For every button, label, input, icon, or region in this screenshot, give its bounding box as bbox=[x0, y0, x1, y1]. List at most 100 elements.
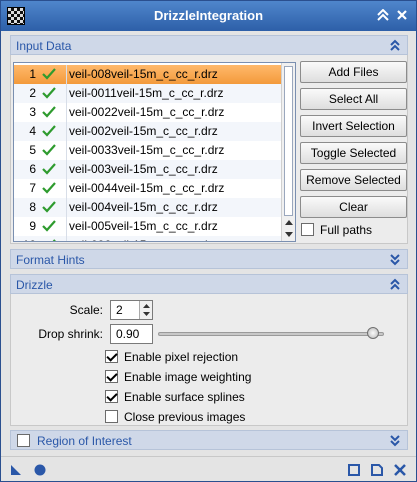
section-drizzle-label: Drizzle bbox=[16, 278, 53, 292]
file-name: veil-0044veil-15m_c_cc_r.drz bbox=[69, 181, 225, 195]
toggle-selected-button[interactable]: Toggle Selected bbox=[300, 142, 407, 164]
file-row[interactable]: 8 veil-004veil-15m_c_cc_r.drz bbox=[14, 198, 282, 217]
file-name: veil-0011veil-15m_c_cc_r.drz bbox=[69, 86, 224, 100]
close-icon[interactable] bbox=[394, 7, 410, 23]
enabled-check-icon[interactable] bbox=[42, 106, 56, 118]
column-separator bbox=[66, 179, 67, 198]
file-row[interactable]: 9 veil-005veil-15m_c_cc_r.drz bbox=[14, 217, 282, 236]
file-row[interactable]: 4 veil-002veil-15m_c_cc_r.drz bbox=[14, 122, 282, 141]
section-drizzle[interactable]: Drizzle bbox=[10, 274, 408, 294]
file-name: veil-008veil-15m_c_cc_r.drz bbox=[69, 67, 218, 81]
file-name: veil-0033veil-15m_c_cc_r.drz bbox=[69, 143, 225, 157]
file-index: 5 bbox=[29, 143, 36, 157]
scrollbar-thumb[interactable] bbox=[284, 66, 293, 216]
clear-button[interactable]: Clear bbox=[300, 196, 407, 218]
enabled-check-icon[interactable] bbox=[42, 220, 56, 232]
window-title: DrizzleIntegration bbox=[153, 8, 264, 23]
file-row[interactable]: 10 veil-006veil-15m_c_cc_r.drz bbox=[14, 236, 282, 242]
column-separator bbox=[66, 198, 67, 217]
file-name: veil-006veil-15m_c_cc_r.drz bbox=[69, 238, 218, 241]
enabled-check-icon[interactable] bbox=[42, 87, 56, 99]
column-separator bbox=[66, 141, 67, 160]
file-row[interactable]: 1 veil-008veil-15m_c_cc_r.drz bbox=[14, 65, 282, 84]
file-row[interactable]: 7 veil-0044veil-15m_c_cc_r.drz bbox=[14, 179, 282, 198]
column-separator bbox=[66, 122, 67, 141]
spin-arrows-icon[interactable] bbox=[140, 301, 153, 319]
select-all-button[interactable]: Select All bbox=[300, 88, 407, 110]
file-name: veil-0022veil-15m_c_cc_r.drz bbox=[69, 105, 225, 119]
drizzle-option-label: Enable image weighting bbox=[124, 370, 252, 384]
drop-shrink-slider-handle[interactable] bbox=[366, 327, 379, 339]
enabled-check-icon[interactable] bbox=[42, 239, 56, 242]
remove-selected-button[interactable]: Remove Selected bbox=[300, 169, 407, 191]
section-input-data-label: Input Data bbox=[16, 39, 72, 53]
section-region-of-interest[interactable]: Region of Interest bbox=[10, 430, 408, 450]
column-separator bbox=[66, 160, 67, 179]
scale-label: Scale: bbox=[69, 303, 103, 317]
drop-shrink-slider[interactable] bbox=[158, 332, 384, 336]
file-list-scrollbar[interactable] bbox=[281, 63, 295, 241]
file-name: veil-002veil-15m_c_cc_r.drz bbox=[69, 124, 218, 138]
full-paths-checkbox[interactable] bbox=[301, 223, 314, 236]
file-row[interactable]: 2 veil-0011veil-15m_c_cc_r.drz bbox=[14, 84, 282, 103]
browse-documentation-square-icon[interactable] bbox=[347, 463, 361, 477]
column-separator bbox=[66, 65, 67, 84]
section-format-hints[interactable]: Format Hints bbox=[10, 249, 408, 269]
drop-shrink-input[interactable]: 0.90 bbox=[110, 324, 153, 344]
file-index: 1 bbox=[29, 67, 36, 81]
file-index: 3 bbox=[29, 105, 36, 119]
drop-shrink-label: Drop shrink: bbox=[38, 327, 103, 341]
column-separator bbox=[66, 84, 67, 103]
file-row[interactable]: 6 veil-003veil-15m_c_cc_r.drz bbox=[14, 160, 282, 179]
collapse-chevron-icon[interactable] bbox=[389, 38, 401, 52]
collapse-chevron-icon[interactable] bbox=[389, 277, 401, 291]
scale-spinbox[interactable]: 2 bbox=[110, 300, 153, 320]
drizzle-option-checkbox[interactable] bbox=[105, 410, 118, 423]
new-instance-triangle-icon[interactable] bbox=[9, 463, 23, 477]
file-list[interactable]: 1 veil-008veil-15m_c_cc_r.drz 2 veil-0011ve… bbox=[13, 62, 296, 242]
title-bar[interactable]: DrizzleIntegration bbox=[1, 1, 416, 31]
drizzle-option-label: Enable pixel rejection bbox=[124, 350, 239, 364]
section-format-hints-label: Format Hints bbox=[16, 253, 85, 267]
enabled-check-icon[interactable] bbox=[42, 182, 56, 194]
file-name: veil-005veil-15m_c_cc_r.drz bbox=[69, 219, 218, 233]
enabled-check-icon[interactable] bbox=[42, 125, 56, 137]
scroll-up-icon[interactable] bbox=[284, 218, 294, 228]
enabled-check-icon[interactable] bbox=[42, 68, 56, 80]
drizzle-option-checkbox[interactable] bbox=[105, 350, 118, 363]
reset-document-icon[interactable] bbox=[370, 463, 384, 477]
column-separator bbox=[66, 103, 67, 122]
enabled-check-icon[interactable] bbox=[42, 144, 56, 156]
execute-global-circle-icon[interactable] bbox=[33, 463, 47, 477]
scale-value: 2 bbox=[116, 303, 123, 317]
file-name: veil-003veil-15m_c_cc_r.drz bbox=[69, 162, 218, 176]
preferences-crosshair-icon[interactable] bbox=[393, 463, 407, 477]
column-separator bbox=[66, 217, 67, 236]
scroll-down-icon[interactable] bbox=[284, 229, 294, 239]
file-name: veil-004veil-15m_c_cc_r.drz bbox=[69, 200, 218, 214]
file-index: 6 bbox=[29, 162, 36, 176]
file-index: 7 bbox=[29, 181, 36, 195]
scale-spin-arrows[interactable] bbox=[139, 301, 152, 319]
section-input-data[interactable]: Input Data bbox=[10, 35, 408, 55]
shade-icon[interactable] bbox=[375, 7, 391, 23]
expand-chevron-icon[interactable] bbox=[389, 252, 401, 266]
region-of-interest-checkbox[interactable] bbox=[17, 434, 30, 447]
add-files-button[interactable]: Add Files bbox=[300, 61, 407, 83]
drizzle-option-checkbox[interactable] bbox=[105, 390, 118, 403]
file-row[interactable]: 3 veil-0022veil-15m_c_cc_r.drz bbox=[14, 103, 282, 122]
expand-chevron-icon[interactable] bbox=[389, 433, 401, 447]
drizzle-integration-window: DrizzleIntegration Input Data 1 veil-008v… bbox=[0, 0, 417, 482]
enabled-check-icon[interactable] bbox=[42, 163, 56, 175]
drizzle-option-checkbox[interactable] bbox=[105, 370, 118, 383]
enabled-check-icon[interactable] bbox=[42, 201, 56, 213]
file-index: 8 bbox=[29, 200, 36, 214]
drizzle-option-label: Enable surface splines bbox=[124, 390, 245, 404]
invert-selection-button[interactable]: Invert Selection bbox=[300, 115, 407, 137]
file-row[interactable]: 5 veil-0033veil-15m_c_cc_r.drz bbox=[14, 141, 282, 160]
column-separator bbox=[66, 236, 67, 241]
section-region-of-interest-label: Region of Interest bbox=[37, 434, 132, 448]
file-index: 10 bbox=[14, 238, 36, 241]
file-index: 2 bbox=[29, 86, 36, 100]
full-paths-label: Full paths bbox=[320, 223, 373, 237]
